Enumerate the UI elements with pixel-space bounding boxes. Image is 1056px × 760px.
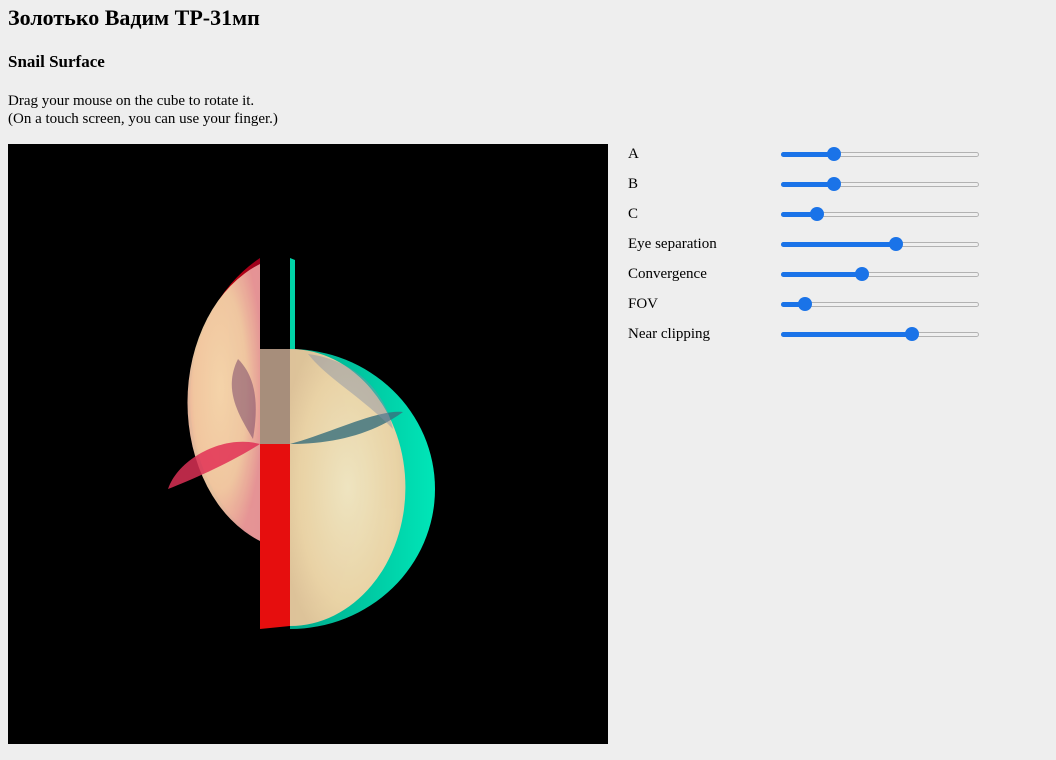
slider-a[interactable] [781, 146, 979, 162]
slider-b[interactable] [781, 176, 979, 192]
control-row-c: C [628, 204, 988, 234]
slider-near-clipping[interactable] [781, 326, 979, 342]
control-row-b: B [628, 174, 988, 204]
slider-fill [781, 152, 835, 157]
control-panel: A B C Eye separation Convergence FOV Nea… [628, 144, 988, 354]
control-row-convergence: Convergence [628, 264, 988, 294]
slider-thumb[interactable] [827, 147, 842, 161]
slider-convergence[interactable] [781, 266, 979, 282]
slider-fill [781, 242, 896, 247]
snail-surface-render [168, 258, 435, 629]
instructions-line-1: Drag your mouse on the cube to rotate it… [8, 93, 255, 109]
slider-fov[interactable] [781, 296, 979, 312]
instructions: Drag your mouse on the cube to rotate it… [8, 92, 278, 128]
webgl-canvas[interactable] [8, 144, 608, 744]
control-row-fov: FOV [628, 294, 988, 324]
control-row-near-clipping: Near clipping [628, 324, 988, 354]
control-label-c: C [628, 206, 639, 222]
slider-eye-separation[interactable] [781, 236, 979, 252]
left-lower-strip [260, 444, 290, 629]
control-label-b: B [628, 176, 639, 192]
slider-thumb[interactable] [855, 267, 870, 281]
slider-thumb[interactable] [888, 237, 903, 251]
control-label-near-clipping: Near clipping [628, 326, 711, 342]
slider-thumb[interactable] [797, 297, 812, 311]
control-row-a: A [628, 144, 988, 174]
slider-fill [781, 332, 912, 337]
slider-fill [781, 272, 863, 277]
control-label-eye-separation: Eye separation [628, 236, 717, 252]
center-band [260, 349, 290, 444]
slider-thumb[interactable] [827, 177, 842, 191]
slider-fill [781, 182, 835, 187]
control-label-convergence: Convergence [628, 266, 707, 282]
control-row-eye-separation: Eye separation [628, 234, 988, 264]
slider-thumb[interactable] [904, 327, 919, 341]
surface-title: Snail Surface [8, 52, 105, 71]
control-label-a: A [628, 146, 639, 162]
page-title: Золотько Вадим ТР-31мп [8, 5, 260, 30]
instructions-line-2: (On a touch screen, you can use your fin… [8, 111, 278, 127]
slider-thumb[interactable] [809, 207, 824, 221]
slider-c[interactable] [781, 206, 979, 222]
control-label-fov: FOV [628, 296, 659, 312]
